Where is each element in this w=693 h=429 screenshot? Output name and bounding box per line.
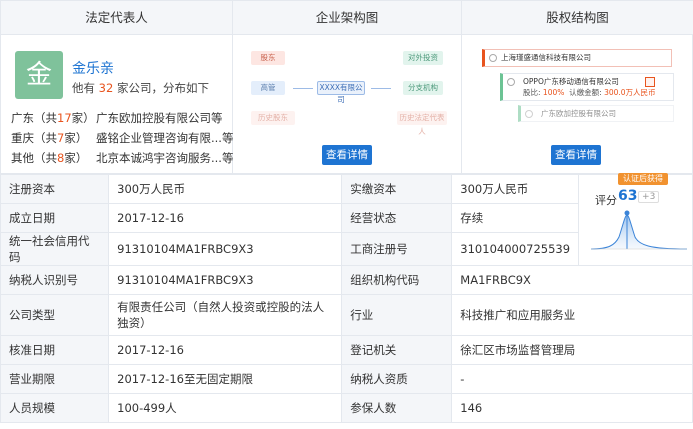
region-count: 17 [57, 111, 72, 125]
region-prefix: 广东（共 [11, 111, 57, 125]
org-chart-panel: 企业架构图 股东 高管 历史股东 XXXX有限公司 对外投资 分支机构 历史法定… [233, 1, 462, 173]
ratio-value: 100% [542, 88, 565, 97]
company-info-panel: 法定代表人 金 金乐亲 他有 32 家公司，分布如下 广东（共17家） 广东欧加… [0, 0, 693, 429]
branch-node: 分支机构 [403, 81, 443, 95]
legal-rep-name-link[interactable]: 金乐亲 [72, 58, 114, 78]
region-prefix: 重庆（共 [11, 131, 57, 145]
legal-rep-header: 法定代表人 [1, 1, 232, 35]
field-label: 成立日期 [0, 203, 110, 233]
field-label: 纳税人资质 [341, 364, 453, 394]
legal-rep-summary: 他有 32 家公司，分布如下 [72, 80, 209, 96]
region-row: 重庆（共7家） 盛铭企业管理咨询有限...等 [11, 130, 233, 146]
field-value: 2017-12-16 [108, 203, 343, 233]
score-distribution-curve [591, 210, 688, 250]
score-value: 63 [618, 188, 638, 204]
table-row: 纳税人识别号 91310104MA1FRBC9X3 组织机构代码 MA1FRBC… [0, 265, 693, 295]
executive-node: 高管 [251, 81, 285, 95]
shareholder-node: 股东 [251, 51, 285, 65]
field-label: 核准日期 [0, 335, 110, 365]
collapse-icon [489, 54, 497, 62]
collapse-icon [507, 78, 515, 86]
field-label: 行业 [341, 294, 453, 336]
field-value: 2017-12-16至无固定期限 [108, 364, 343, 394]
certify-badge: 认证后获得 [618, 173, 669, 185]
region-row: 广东（共17家） 广东欧加控股有限公司等 [11, 110, 223, 126]
capital-label: 认缴金额: [569, 88, 602, 97]
field-label: 公司类型 [0, 294, 110, 336]
equity-detail-button[interactable]: 查看详情 [551, 145, 601, 165]
field-value: 91310104MA1FRBC9X3 [108, 265, 343, 295]
region-prefix: 其他（共 [11, 151, 57, 165]
org-chart-diagram[interactable]: 股东 高管 历史股东 XXXX有限公司 对外投资 分支机构 历史法定代表人 [247, 47, 447, 136]
field-label: 参保人数 [341, 393, 453, 423]
company-center-node: XXXX有限公司 [317, 81, 365, 104]
field-label: 工商注册号 [341, 232, 453, 266]
capital-value: 300.0万人民币 [604, 88, 656, 97]
arrow-connector [293, 88, 313, 89]
history-shareholder-node: 历史股东 [251, 111, 295, 125]
field-value: 310104000725539 [451, 232, 580, 266]
region-suffix: 家） [64, 151, 88, 165]
equity-panel: 股权结构图 上海瑾盛通信科技有限公司 OPPO广东移动通信有限公司 股比: 10… [462, 1, 693, 173]
company-count: 32 [98, 81, 114, 95]
region-suffix: 家） [64, 131, 88, 145]
equity-root-name: 上海瑾盛通信科技有限公司 [501, 53, 591, 62]
field-label: 营业期限 [0, 364, 110, 394]
score-label: 评分 [595, 194, 618, 207]
region-company-link[interactable]: 广东欧加控股有限公司等 [96, 110, 223, 126]
score-delta: +3 [638, 191, 660, 203]
equity-child-meta: 股比: 100% 认缴金额: 300.0万人民币 [523, 87, 669, 98]
table-row: 营业期限 2017-12-16至无固定期限 纳税人资质 - [0, 364, 693, 394]
summary-prefix: 他有 [72, 81, 95, 95]
region-suffix: 家） [71, 111, 95, 125]
equity-root-node: 上海瑾盛通信科技有限公司 [482, 49, 672, 67]
field-value: 300万人民币 [108, 174, 343, 204]
table-row: 核准日期 2017-12-16 登记机关 徐汇区市场监督管理局 [0, 335, 693, 365]
equity-child-node: 广东欧加控股有限公司 [518, 105, 674, 122]
table-row: 注册资本 300万人民币 实缴资本 300万人民币 认证后获得 评分 63 +3 [0, 173, 693, 266]
avatar: 金 [15, 51, 63, 99]
arrow-connector [371, 88, 391, 89]
org-chart-header: 企业架构图 [233, 1, 461, 35]
field-label: 纳税人识别号 [0, 265, 110, 295]
field-value: 300万人民币 [451, 174, 580, 204]
field-value: MA1FRBC9X [451, 265, 693, 295]
field-value: 存续 [451, 203, 580, 233]
summary-suffix: 家公司，分布如下 [116, 81, 209, 95]
company-info-table: 注册资本 300万人民币 实缴资本 300万人民币 认证后获得 评分 63 +3 [0, 173, 693, 423]
collapse-icon [525, 110, 533, 118]
legal-rep-panel: 法定代表人 金 金乐亲 他有 32 家公司，分布如下 广东（共17家） 广东欧加… [1, 1, 233, 173]
investment-node: 对外投资 [403, 51, 443, 65]
score-widget[interactable]: 认证后获得 评分 63 +3 [578, 173, 693, 266]
equity-child-name: 广东欧加控股有限公司 [541, 109, 616, 118]
field-value: 2017-12-16 [108, 335, 343, 365]
field-value: 146 [451, 393, 693, 423]
equity-header: 股权结构图 [462, 1, 693, 35]
field-label: 注册资本 [0, 174, 110, 204]
field-label: 组织机构代码 [341, 265, 453, 295]
equity-tree[interactable]: 上海瑾盛通信科技有限公司 OPPO广东移动通信有限公司 股比: 100% 认缴金… [482, 45, 692, 125]
field-value: 有限责任公司（自然人投资或控股的法人独资） [108, 294, 343, 336]
company-logo-icon [645, 77, 655, 87]
field-label: 经营状态 [341, 203, 453, 233]
field-label: 统一社会信用代码 [0, 232, 110, 266]
summary-section: 法定代表人 金 金乐亲 他有 32 家公司，分布如下 广东（共17家） 广东欧加… [0, 0, 693, 174]
org-detail-button[interactable]: 查看详情 [322, 145, 372, 165]
field-value: 91310104MA1FRBC9X3 [108, 232, 343, 266]
field-value: 科技推广和应用服务业 [451, 294, 693, 336]
ratio-label: 股比: [523, 88, 541, 97]
region-row: 其他（共8家） 北京本诚鸿宇咨询服务...等 [11, 150, 233, 166]
history-legal-node: 历史法定代表人 [397, 111, 447, 136]
field-label: 实缴资本 [341, 174, 453, 204]
equity-child-node: OPPO广东移动通信有限公司 股比: 100% 认缴金额: 300.0万人民币 [500, 73, 674, 101]
region-company-link[interactable]: 盛铭企业管理咨询有限...等 [96, 130, 233, 146]
field-value: - [451, 364, 693, 394]
table-row: 人员规模 100-499人 参保人数 146 [0, 393, 693, 423]
field-label: 登记机关 [341, 335, 453, 365]
table-row: 公司类型 有限责任公司（自然人投资或控股的法人独资） 行业 科技推广和应用服务业 [0, 294, 693, 336]
field-label: 人员规模 [0, 393, 110, 423]
field-value: 徐汇区市场监督管理局 [451, 335, 693, 365]
region-company-link[interactable]: 北京本诚鸿宇咨询服务...等 [96, 150, 233, 166]
field-value: 100-499人 [108, 393, 343, 423]
